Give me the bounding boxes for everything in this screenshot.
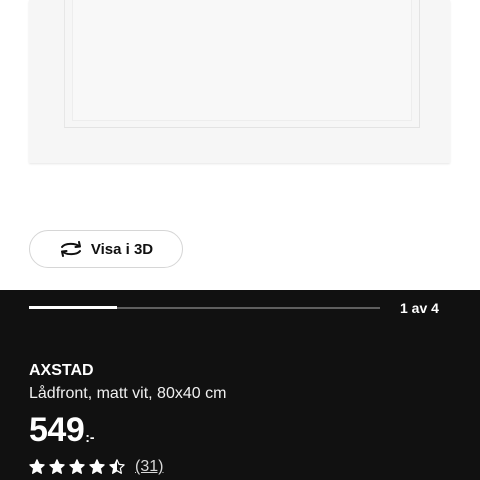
review-count-link[interactable]: (31) bbox=[135, 458, 163, 476]
product-image[interactable]: Visa i 3D bbox=[0, 0, 480, 290]
product-name[interactable]: AXSTAD bbox=[29, 362, 94, 380]
view-in-3d-label: Visa i 3D bbox=[90, 240, 154, 258]
star-icon bbox=[89, 459, 105, 474]
star-icon bbox=[109, 459, 125, 474]
panel-inset bbox=[72, 0, 412, 121]
product-price: 549 :- bbox=[29, 410, 95, 450]
star-icon bbox=[69, 459, 85, 474]
price-suffix: :- bbox=[85, 429, 95, 445]
rotate-3d-icon bbox=[59, 241, 83, 257]
gallery-pager: 1 av 4 bbox=[400, 300, 439, 316]
view-in-3d-button[interactable]: Visa i 3D bbox=[29, 230, 183, 268]
drawer-front-image bbox=[29, 0, 450, 163]
product-rating[interactable]: (31) bbox=[29, 458, 163, 476]
star-icon bbox=[49, 459, 65, 474]
price-amount: 549 bbox=[29, 411, 85, 449]
star-icon bbox=[29, 459, 45, 474]
gallery-progress-bar bbox=[29, 306, 380, 309]
product-info-panel: 1 av 4 AXSTAD Lådfront, matt vit, 80x40 … bbox=[0, 290, 480, 480]
product-description: Lådfront, matt vit, 80x40 cm bbox=[29, 385, 227, 402]
gallery-progress-fill bbox=[29, 306, 117, 309]
